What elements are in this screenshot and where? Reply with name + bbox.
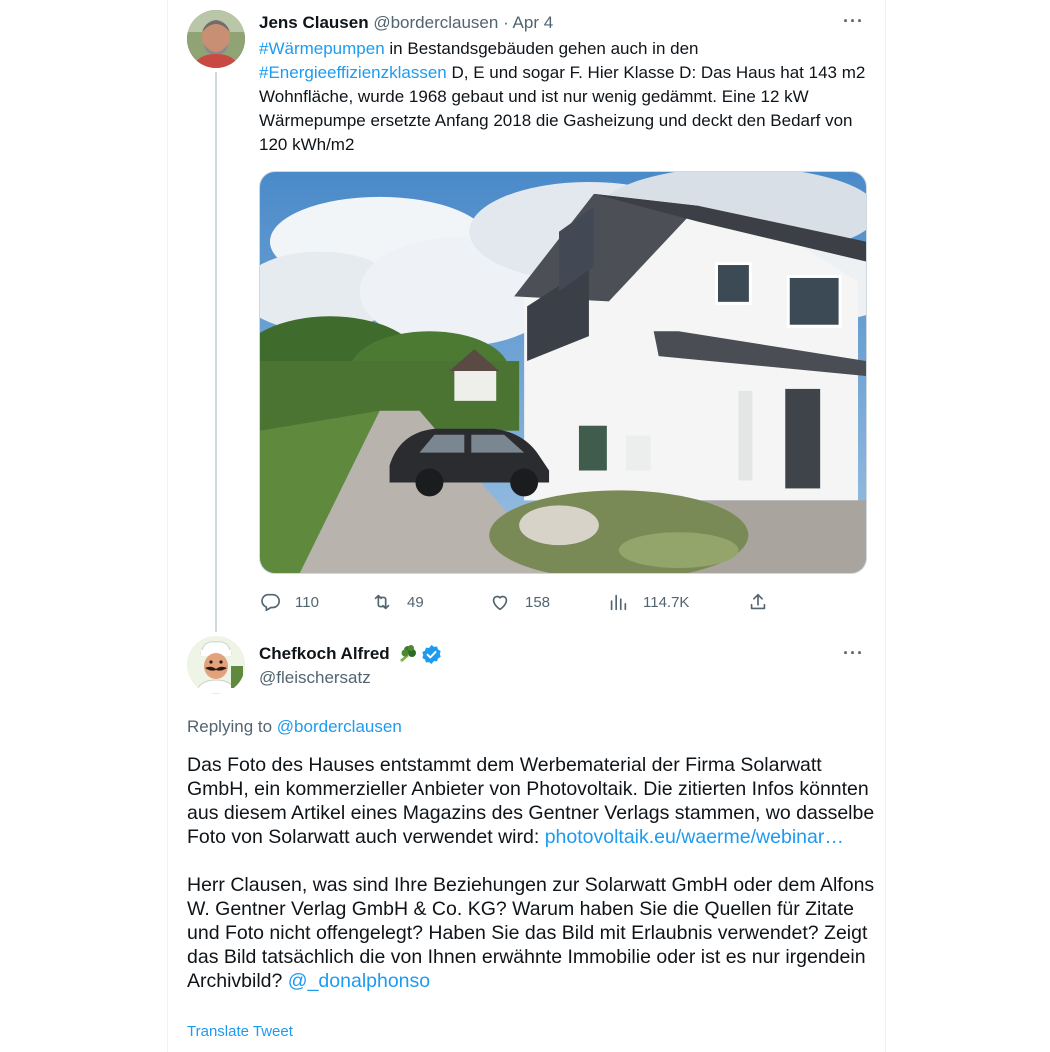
reply-paragraph-1: Das Foto des Hauses entstammt dem Werbem… — [187, 753, 877, 849]
reply-text: Das Foto des Hauses entstammt dem Werbem… — [187, 753, 877, 993]
like-count: 158 — [525, 593, 551, 611]
replying-to-line: Replying to @borderclausen — [187, 716, 402, 738]
broccoli-emoji-icon — [396, 644, 418, 664]
reply-author-name[interactable]: Chefkoch Alfred — [259, 643, 390, 665]
retweet-icon — [374, 594, 390, 610]
like-icon — [492, 595, 508, 611]
views-action[interactable]: 114.7K — [607, 590, 689, 614]
reply-count: 110 — [295, 593, 319, 611]
tweet-photo[interactable] — [259, 171, 867, 574]
tweet-text-part1: in Bestandsgebäuden gehen auch in den — [384, 39, 699, 58]
tweet-text: #Wärmepumpen in Bestandsgebäuden gehen a… — [259, 37, 869, 157]
retweet-action[interactable]: 49 — [371, 590, 424, 614]
share-icon — [750, 593, 766, 610]
thread-connector-line — [215, 72, 217, 632]
tweet-header: Jens Clausen @borderclausen · Apr 4 — [259, 12, 553, 34]
hashtag-energieeffizienzklassen[interactable]: #Energieeffizienzklassen — [259, 63, 447, 82]
reply-icon — [261, 593, 280, 612]
verified-badge-icon — [421, 644, 442, 665]
reply-paragraph-2: Herr Clausen, was sind Ihre Beziehungen … — [187, 873, 877, 993]
mention-donalphonso[interactable]: @_donalphonso — [288, 970, 430, 992]
tweet-timestamp[interactable]: Apr 4 — [513, 13, 554, 32]
retweet-count: 49 — [407, 593, 424, 611]
reply-more-icon[interactable]: ··· — [843, 644, 864, 662]
reply-author-avatar[interactable] — [187, 636, 245, 694]
replying-to-prefix: Replying to — [187, 717, 277, 736]
author-handle[interactable]: @borderclausen — [373, 13, 498, 32]
like-action[interactable]: 158 — [489, 590, 550, 614]
tweet-actions: 110 49 158 114.7K — [259, 590, 779, 614]
replying-to-handle[interactable]: @borderclausen — [277, 717, 402, 736]
author-name[interactable]: Jens Clausen — [259, 13, 369, 32]
translate-tweet-link[interactable]: Translate Tweet — [187, 1022, 293, 1042]
hashtag-waermepumpen[interactable]: #Wärmepumpen — [259, 39, 385, 58]
more-icon[interactable]: ··· — [843, 12, 864, 30]
views-icon — [610, 594, 627, 611]
separator-dot: · — [503, 13, 509, 32]
views-count: 114.7K — [643, 593, 690, 611]
article-link[interactable]: photovoltaik.eu/waerme/webinar… — [545, 826, 844, 848]
share-action[interactable] — [747, 590, 769, 614]
author-avatar[interactable] — [187, 10, 245, 68]
reply-author-handle[interactable]: @fleischersatz — [259, 667, 371, 689]
reply-action[interactable]: 110 — [259, 590, 319, 614]
reply-author-name-row: Chefkoch Alfred — [259, 643, 442, 665]
timeline-column: Jens Clausen @borderclausen · Apr 4 ··· … — [167, 0, 886, 1052]
